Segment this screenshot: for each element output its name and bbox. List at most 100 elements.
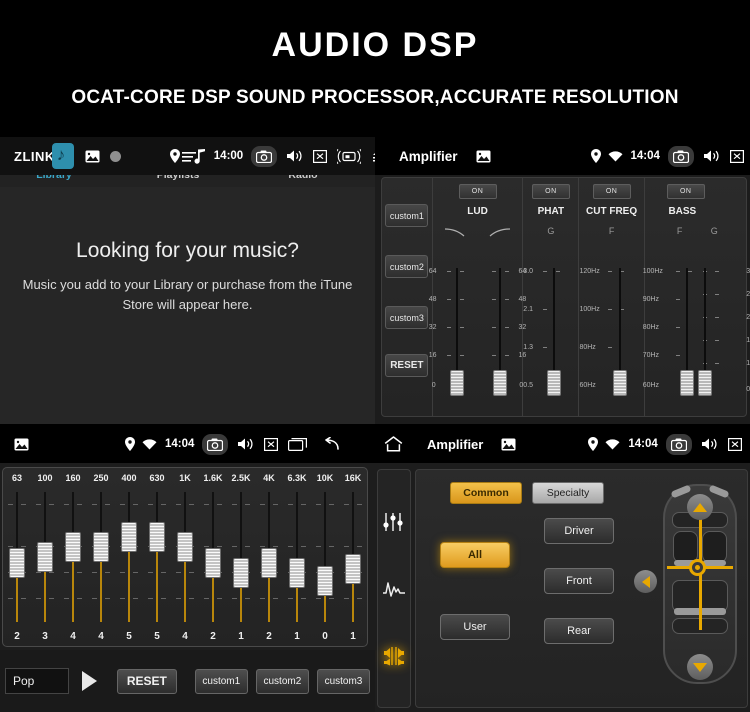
- eq-band-thumb[interactable]: [65, 532, 81, 562]
- eq-band-freq: 100: [37, 473, 53, 483]
- eq-band[interactable]: 1.6K 2: [199, 468, 227, 646]
- home-icon[interactable]: [384, 436, 403, 452]
- camera-icon[interactable]: [667, 145, 694, 167]
- seat-front-right[interactable]: [702, 531, 727, 563]
- eq-band[interactable]: 100 3: [31, 468, 59, 646]
- tab-common[interactable]: Common: [450, 482, 522, 504]
- volume-icon[interactable]: [237, 437, 254, 451]
- image-icon[interactable]: [501, 438, 516, 451]
- mode-user-button[interactable]: User: [440, 614, 510, 640]
- image-icon[interactable]: [85, 150, 100, 163]
- eq-band[interactable]: 160 4: [59, 468, 87, 646]
- mode-rear-button[interactable]: Rear: [544, 618, 614, 644]
- back-icon[interactable]: [319, 437, 340, 451]
- wifi-icon: [605, 438, 620, 450]
- camera-icon[interactable]: [665, 433, 692, 455]
- panel-equalizer: 14:04 63 2 100 3 160 4 250 4 400 5 630 5…: [0, 425, 375, 712]
- eq-band-thumb[interactable]: [9, 548, 25, 578]
- close-icon[interactable]: [727, 437, 742, 451]
- bass-slider-gain[interactable]: 3.0 2.5 2.0 1.5 1.0 0.5: [695, 264, 750, 412]
- car-seat-map[interactable]: [663, 484, 737, 684]
- dsp-preset-custom2[interactable]: custom2: [385, 255, 429, 278]
- image-icon[interactable]: [476, 150, 491, 163]
- cutfreq-on-toggle[interactable]: ON: [592, 184, 631, 199]
- eq-sliders-icon[interactable]: [381, 509, 407, 535]
- bass-on-toggle[interactable]: ON: [666, 184, 705, 199]
- recent-apps-icon[interactable]: [288, 437, 308, 451]
- eq-reset-button[interactable]: RESET: [116, 668, 177, 694]
- dsp-preset-custom1[interactable]: custom1: [385, 204, 429, 227]
- lud-on-toggle[interactable]: ON: [458, 184, 497, 199]
- eq-band[interactable]: 2.5K 1: [227, 468, 255, 646]
- eq-band-freq: 1K: [179, 473, 191, 483]
- image-icon[interactable]: [14, 438, 29, 451]
- triangle-up-icon: [693, 502, 707, 512]
- location-icon: [125, 437, 135, 451]
- camera-icon[interactable]: [251, 145, 278, 167]
- eq-band-thumb[interactable]: [37, 542, 53, 572]
- eq-preset-select[interactable]: Pop: [5, 668, 69, 694]
- mode-front-button[interactable]: Front: [544, 568, 614, 594]
- eq-band-thumb[interactable]: [345, 554, 361, 584]
- eq-band[interactable]: 400 5: [115, 468, 143, 646]
- cutfreq-slider[interactable]: 120Hz 100Hz 80Hz 60Hz: [579, 264, 643, 412]
- dsp-reset-button[interactable]: RESET: [385, 354, 429, 377]
- sound-focus-target[interactable]: [689, 559, 706, 576]
- phat-slider[interactable]: 3.0 2.1 1.3 0.5: [523, 264, 578, 412]
- dsp-preset-custom3[interactable]: custom3: [385, 306, 429, 329]
- eq-band[interactable]: 4K 2: [255, 468, 283, 646]
- zlink-label: ZLINK: [14, 148, 55, 164]
- location-icon: [588, 437, 599, 451]
- eq-custom1-button[interactable]: custom1: [194, 668, 248, 694]
- move-up-button[interactable]: [687, 494, 713, 520]
- volume-icon[interactable]: [286, 149, 303, 163]
- eq-band-thumb[interactable]: [93, 532, 109, 562]
- volume-icon[interactable]: [701, 437, 718, 451]
- location-icon: [590, 149, 601, 163]
- eq-band[interactable]: 250 4: [87, 468, 115, 646]
- zlink-brand[interactable]: ZLINK: [0, 143, 74, 169]
- close-icon[interactable]: [264, 437, 279, 451]
- lud-slider-1[interactable]: 64 48 32 16 0: [429, 264, 478, 412]
- phat-label: PHAT: [537, 206, 565, 217]
- radio-icon[interactable]: [337, 148, 362, 164]
- location-icon: [169, 149, 180, 163]
- eq-band-thumb[interactable]: [177, 532, 193, 562]
- camera-icon[interactable]: [202, 433, 229, 455]
- eq-band-thumb[interactable]: [261, 548, 277, 578]
- mode-all-button[interactable]: All: [440, 542, 510, 568]
- speakers-icon[interactable]: [381, 643, 407, 669]
- close-icon[interactable]: [729, 149, 744, 163]
- mode-driver-button[interactable]: Driver: [544, 518, 614, 544]
- eq-band[interactable]: 630 5: [143, 468, 171, 646]
- eq-band-thumb[interactable]: [121, 522, 137, 552]
- eq-custom3-button[interactable]: custom3: [316, 668, 370, 694]
- panel-dsp-amplifier: Amplifier 14:04 custom1 custom2 custom3 …: [375, 137, 750, 424]
- seat-front-left[interactable]: [673, 531, 698, 563]
- eq-band-thumb[interactable]: [205, 548, 221, 578]
- playlist-music-icon: [181, 148, 207, 165]
- eq-band[interactable]: 16K 1: [339, 468, 367, 646]
- tab-specialty[interactable]: Specialty: [532, 482, 604, 504]
- eq-band-thumb[interactable]: [149, 522, 165, 552]
- eq-band[interactable]: 63 2: [3, 468, 31, 646]
- play-icon[interactable]: [81, 671, 97, 691]
- waveform-icon[interactable]: [381, 576, 407, 602]
- volume-icon[interactable]: [703, 149, 720, 163]
- lud-slider-2[interactable]: 64 48 32 16 0: [478, 264, 526, 412]
- prev-arrow-button[interactable]: [634, 570, 657, 593]
- record-dot-icon[interactable]: [109, 150, 122, 163]
- eq-band[interactable]: 6.3K 1: [283, 468, 311, 646]
- bass-slider-freq[interactable]: 100Hz 90Hz 80Hz 70Hz 60Hz: [643, 264, 696, 412]
- eq-band[interactable]: 1K 4: [171, 468, 199, 646]
- phat-on-toggle[interactable]: ON: [531, 184, 570, 199]
- move-down-button[interactable]: [687, 654, 713, 680]
- bass-label: BASS: [668, 206, 697, 217]
- eq-band-thumb[interactable]: [317, 566, 333, 596]
- close-icon[interactable]: [313, 149, 328, 163]
- eq-custom2-button[interactable]: custom2: [255, 668, 309, 694]
- eq-band-thumb[interactable]: [233, 558, 249, 588]
- eq-band-thumb[interactable]: [289, 558, 305, 588]
- page-title: AUDIO DSP: [271, 26, 479, 64]
- eq-band[interactable]: 10K 0: [311, 468, 339, 646]
